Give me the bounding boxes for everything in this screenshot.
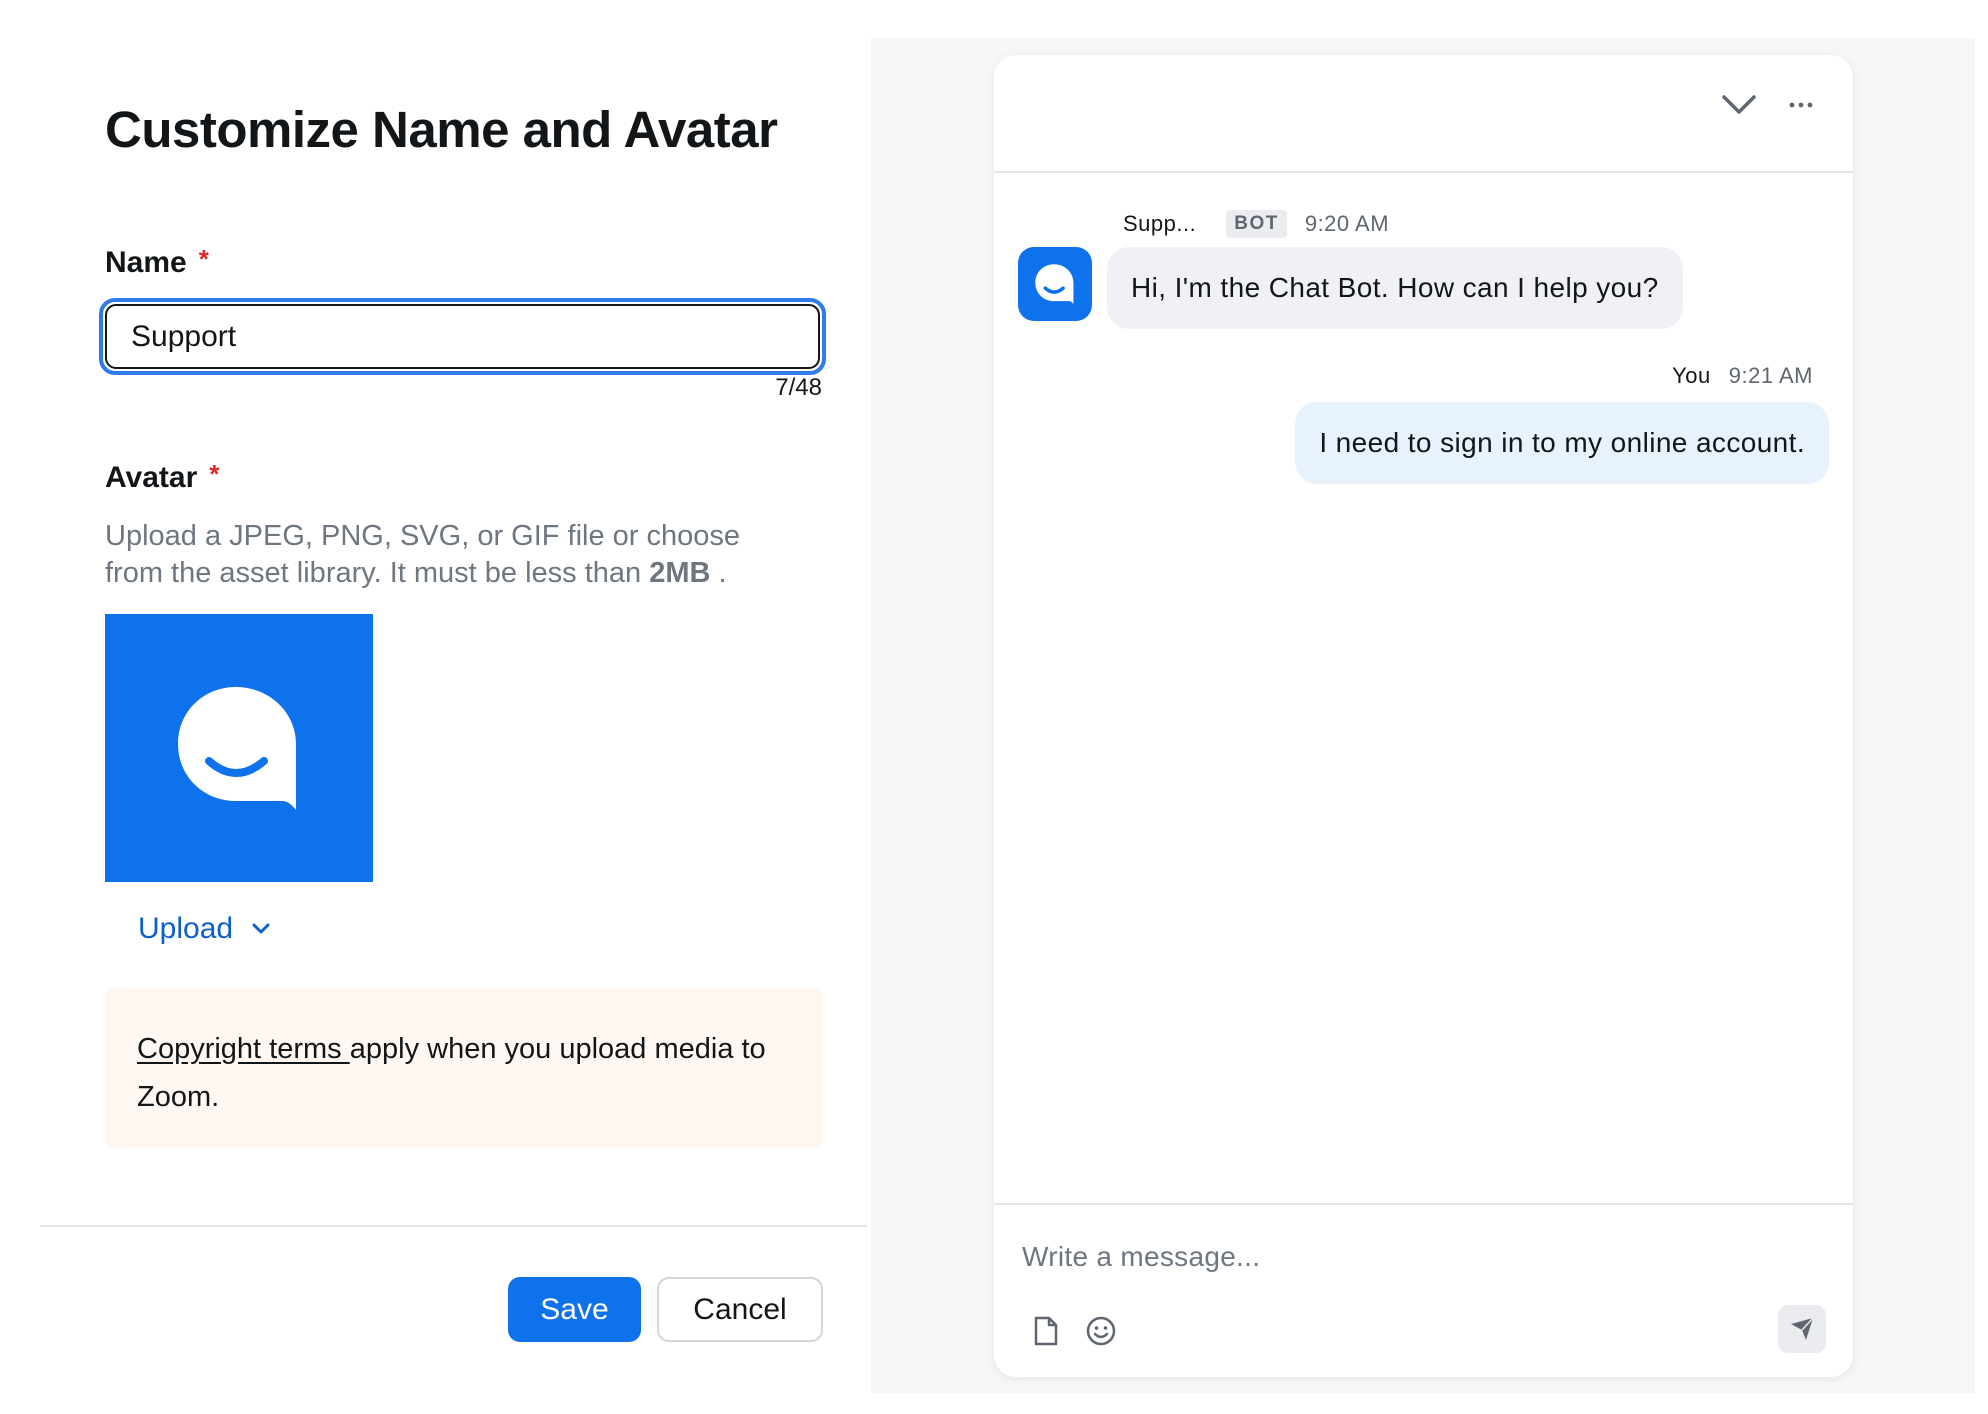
bot-badge: BOT — [1226, 210, 1287, 238]
chevron-down-icon[interactable] — [1719, 85, 1759, 125]
user-message-meta: You 9:21 AM — [1672, 363, 1813, 389]
cancel-button[interactable]: Cancel — [657, 1277, 823, 1342]
message-time: 9:21 AM — [1728, 363, 1813, 388]
message-input[interactable] — [1022, 1235, 1802, 1279]
avatar-description: Upload a JPEG, PNG, SVG, or GIF file or … — [105, 518, 805, 592]
bot-message-meta: Supp... BOT 9:20 AM — [1123, 210, 1389, 238]
message-time: 9:20 AM — [1304, 211, 1390, 236]
footer-divider — [40, 1225, 867, 1227]
copyright-notice: Copyright terms apply when you upload me… — [105, 987, 823, 1149]
sender-name: Supp... — [1123, 211, 1197, 236]
chat-preview-window: Supp... BOT 9:20 AM Hi, I'm the Chat Bot… — [994, 55, 1853, 1377]
send-button[interactable] — [1778, 1305, 1826, 1353]
chat-header — [994, 55, 1853, 173]
emoji-icon[interactable] — [1083, 1313, 1119, 1349]
file-icon[interactable] — [1028, 1313, 1064, 1349]
name-input[interactable] — [105, 304, 820, 369]
sender-name: You — [1672, 363, 1711, 388]
customize-panel: Customize Name and Avatar Name * 7/48 Ava… — [0, 0, 867, 1414]
avatar-size-limit: 2MB — [649, 557, 711, 589]
avatar-desc-text: Upload a JPEG, PNG, SVG, or GIF file or … — [105, 520, 741, 589]
name-label: Name * — [105, 244, 209, 280]
avatar-label: Avatar * — [105, 459, 220, 495]
name-label-text: Name — [105, 246, 187, 279]
message-composer — [994, 1203, 1853, 1377]
chat-bubble-smile-icon — [1035, 264, 1074, 305]
user-message-bubble: I need to sign in to my online account. — [1295, 402, 1829, 484]
char-count: 7/48 — [775, 374, 822, 401]
bot-message-bubble: Hi, I'm the Chat Bot. How can I help you… — [1107, 247, 1683, 329]
save-button[interactable]: Save — [508, 1277, 641, 1342]
bot-avatar — [1018, 247, 1092, 321]
upload-button[interactable]: Upload — [138, 912, 271, 946]
chevron-down-icon — [252, 923, 270, 934]
avatar-desc-end: . — [710, 557, 727, 589]
copyright-terms-link[interactable]: Copyright terms — [137, 1033, 350, 1065]
upload-label: Upload — [138, 912, 234, 945]
name-field-focus-ring — [99, 298, 826, 375]
avatar-preview — [105, 614, 373, 882]
avatar-label-text: Avatar — [105, 461, 198, 494]
chat-bubble-smile-icon — [178, 687, 296, 810]
more-icon[interactable] — [1784, 85, 1818, 125]
send-icon — [1791, 1317, 1814, 1340]
required-mark: * — [209, 459, 220, 489]
required-mark: * — [198, 244, 209, 274]
page-title: Customize Name and Avatar — [105, 101, 778, 158]
